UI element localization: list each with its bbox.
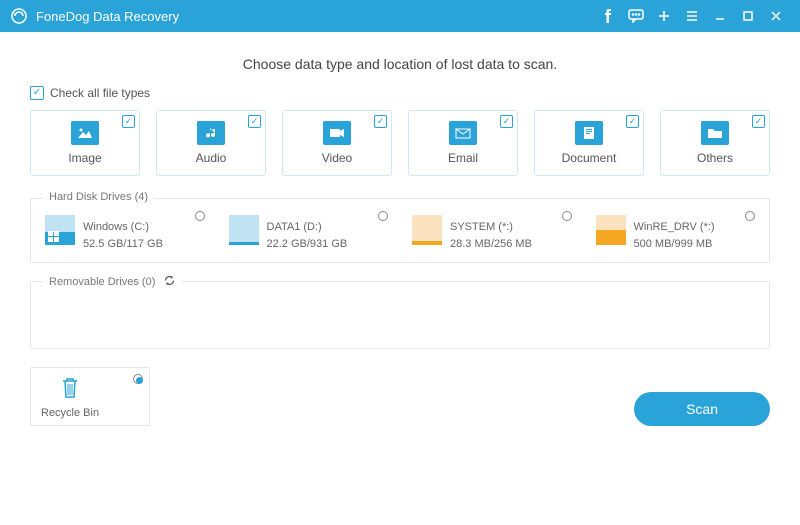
email-icon (449, 121, 477, 145)
recycle-label: Recycle Bin (41, 407, 99, 419)
drive-icon (596, 215, 626, 245)
image-icon (71, 121, 99, 145)
page-heading: Choose data type and location of lost da… (30, 56, 770, 72)
checkmark-icon: ✓ (122, 115, 135, 128)
maximize-icon[interactable] (734, 0, 762, 32)
card-others[interactable]: ✓ Others (660, 110, 770, 176)
audio-icon (197, 121, 225, 145)
feedback-icon[interactable] (622, 0, 650, 32)
file-type-cards: ✓ Image ✓ Audio ✓ Video ✓ Email (30, 110, 770, 176)
card-video[interactable]: ✓ Video (282, 110, 392, 176)
scan-button[interactable]: Scan (634, 392, 770, 426)
drive-icon (229, 215, 259, 245)
radio-button[interactable] (378, 211, 388, 221)
check-all-checkbox[interactable]: ✓ (30, 86, 44, 100)
refresh-icon[interactable] (163, 274, 176, 290)
hard-disk-section: Hard Disk Drives (4) Windows (C:) 52.5 G… (30, 198, 770, 263)
radio-button[interactable] (133, 374, 143, 384)
trash-icon (59, 376, 81, 403)
titlebar: FoneDog Data Recovery (0, 0, 800, 32)
drive-size: 22.2 GB/931 GB (267, 236, 348, 253)
folder-icon (701, 121, 729, 145)
drive-winre[interactable]: WinRE_DRV (*:) 500 MB/999 MB (596, 219, 756, 252)
drive-name: SYSTEM (*:) (450, 219, 532, 236)
plus-icon[interactable] (650, 0, 678, 32)
app-logo (10, 7, 28, 25)
radio-button[interactable] (562, 211, 572, 221)
drive-name: Windows (C:) (83, 219, 163, 236)
check-all-row[interactable]: ✓ Check all file types (30, 86, 770, 100)
facebook-icon[interactable] (594, 0, 622, 32)
drive-icon (45, 215, 75, 245)
drive-system[interactable]: SYSTEM (*:) 28.3 MB/256 MB (412, 219, 572, 252)
card-email[interactable]: ✓ Email (408, 110, 518, 176)
removable-section: Removable Drives (0) (30, 281, 770, 349)
card-image[interactable]: ✓ Image (30, 110, 140, 176)
card-audio[interactable]: ✓ Audio (156, 110, 266, 176)
video-icon (323, 121, 351, 145)
check-all-label: Check all file types (50, 86, 150, 100)
windows-icon (48, 231, 59, 242)
drive-name: WinRE_DRV (*:) (634, 219, 715, 236)
card-document[interactable]: ✓ Document (534, 110, 644, 176)
main-panel: Choose data type and location of lost da… (0, 32, 800, 436)
checkmark-icon: ✓ (374, 115, 387, 128)
removable-legend: Removable Drives (0) (49, 276, 155, 288)
checkmark-icon: ✓ (626, 115, 639, 128)
radio-button[interactable] (745, 211, 755, 221)
checkmark-icon: ✓ (500, 115, 513, 128)
drive-size: 500 MB/999 MB (634, 236, 715, 253)
radio-button[interactable] (195, 211, 205, 221)
drive-c[interactable]: Windows (C:) 52.5 GB/117 GB (45, 219, 205, 252)
minimize-icon[interactable] (706, 0, 734, 32)
drive-d[interactable]: DATA1 (D:) 22.2 GB/931 GB (229, 219, 389, 252)
close-icon[interactable] (762, 0, 790, 32)
drive-size: 28.3 MB/256 MB (450, 236, 532, 253)
menu-icon[interactable] (678, 0, 706, 32)
recycle-bin-card[interactable]: Recycle Bin (30, 367, 150, 426)
document-icon (575, 121, 603, 145)
checkmark-icon: ✓ (752, 115, 765, 128)
checkmark-icon: ✓ (248, 115, 261, 128)
drive-icon (412, 215, 442, 245)
drive-name: DATA1 (D:) (267, 219, 348, 236)
app-title: FoneDog Data Recovery (36, 9, 179, 24)
hard-disk-legend: Hard Disk Drives (4) (43, 191, 154, 203)
drive-size: 52.5 GB/117 GB (83, 236, 163, 253)
